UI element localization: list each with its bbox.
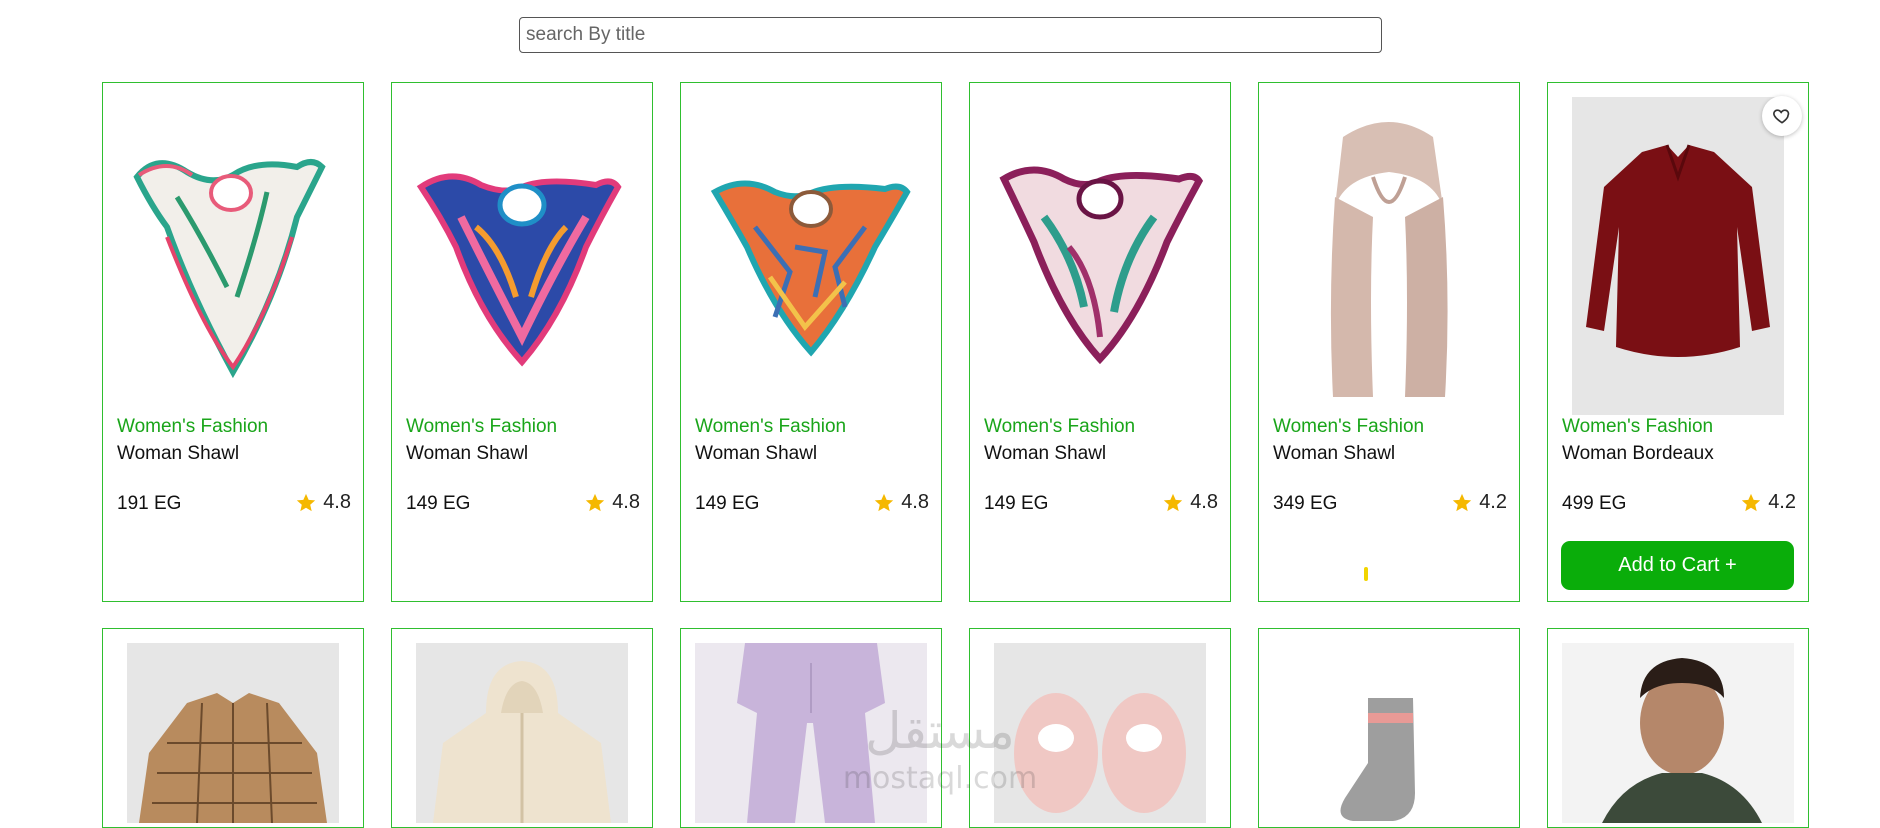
rating-value: 4.8 [901,491,929,513]
product-card[interactable] [1547,628,1809,828]
product-image[interactable] [117,97,349,407]
rating-value: 4.2 [1479,491,1507,513]
star-icon [875,493,894,511]
product-image[interactable] [984,97,1216,407]
product-image[interactable] [695,643,927,823]
product-title: Woman Shawl [695,443,818,464]
product-category: Women's Fashion [695,416,847,437]
product-price: 149 EG [695,493,760,514]
product-title: Woman Bordeaux [1562,443,1714,464]
product-price: 499 EG [1562,493,1627,514]
product-image[interactable] [1273,643,1505,823]
product-title: Woman Shawl [117,443,240,464]
star-icon [1164,493,1183,511]
product-card[interactable] [680,628,942,828]
product-card[interactable]: Women's Fashion Woman Shawl 149 EG 4.8 [680,82,942,602]
star-icon [1453,493,1472,511]
star-icon [1742,493,1761,511]
rating-value: 4.8 [1190,491,1218,513]
product-rating: 4.8 [1162,491,1218,514]
product-card[interactable]: Women's Fashion Woman Shawl 349 EG 4.2 [1258,82,1520,602]
product-rating: 4.2 [1740,491,1796,514]
product-category: Women's Fashion [406,416,558,437]
product-category: Women's Fashion [117,416,269,437]
product-card[interactable]: Women's Fashion Woman Shawl 149 EG 4.8 [391,82,653,602]
product-card[interactable]: Women's Fashion Woman Shawl 191 EG 4.8 [102,82,364,602]
product-card[interactable] [102,628,364,828]
product-price: 349 EG [1273,493,1338,514]
product-image[interactable] [1572,97,1784,415]
product-image[interactable] [1562,643,1794,823]
product-rating: 4.8 [873,491,929,514]
product-title: Woman Shawl [1273,443,1396,464]
product-image[interactable] [695,97,927,407]
heart-icon [1773,109,1790,124]
product-image[interactable] [994,643,1206,823]
product-image[interactable] [1273,97,1505,407]
rating-value: 4.8 [612,491,640,513]
product-image[interactable] [416,643,628,823]
product-image[interactable] [127,643,339,823]
search-input[interactable] [519,17,1382,53]
product-title: Woman Shawl [984,443,1107,464]
product-price: 149 EG [406,493,471,514]
rating-value: 4.8 [323,491,351,513]
product-image[interactable] [406,97,638,407]
product-category: Women's Fashion [984,416,1136,437]
loading-indicator [1364,567,1368,581]
product-rating: 4.8 [295,491,351,514]
product-title: Woman Shawl [406,443,529,464]
product-card[interactable] [1258,628,1520,828]
product-category: Women's Fashion [1273,416,1425,437]
product-card[interactable]: Women's Fashion Woman Shawl 149 EG 4.8 [969,82,1231,602]
product-card[interactable] [391,628,653,828]
product-price: 191 EG [117,493,182,514]
product-card[interactable] [969,628,1231,828]
product-category: Women's Fashion [1562,416,1714,437]
product-rating: 4.2 [1451,491,1507,514]
star-icon [297,493,316,511]
favorite-button[interactable] [1762,96,1802,136]
add-to-cart-button[interactable]: Add to Cart + [1561,541,1794,590]
star-icon [586,493,605,511]
product-price: 149 EG [984,493,1049,514]
rating-value: 4.2 [1768,491,1796,513]
product-rating: 4.8 [584,491,640,514]
product-card[interactable]: Women's Fashion Woman Bordeaux 499 EG 4.… [1547,82,1809,602]
